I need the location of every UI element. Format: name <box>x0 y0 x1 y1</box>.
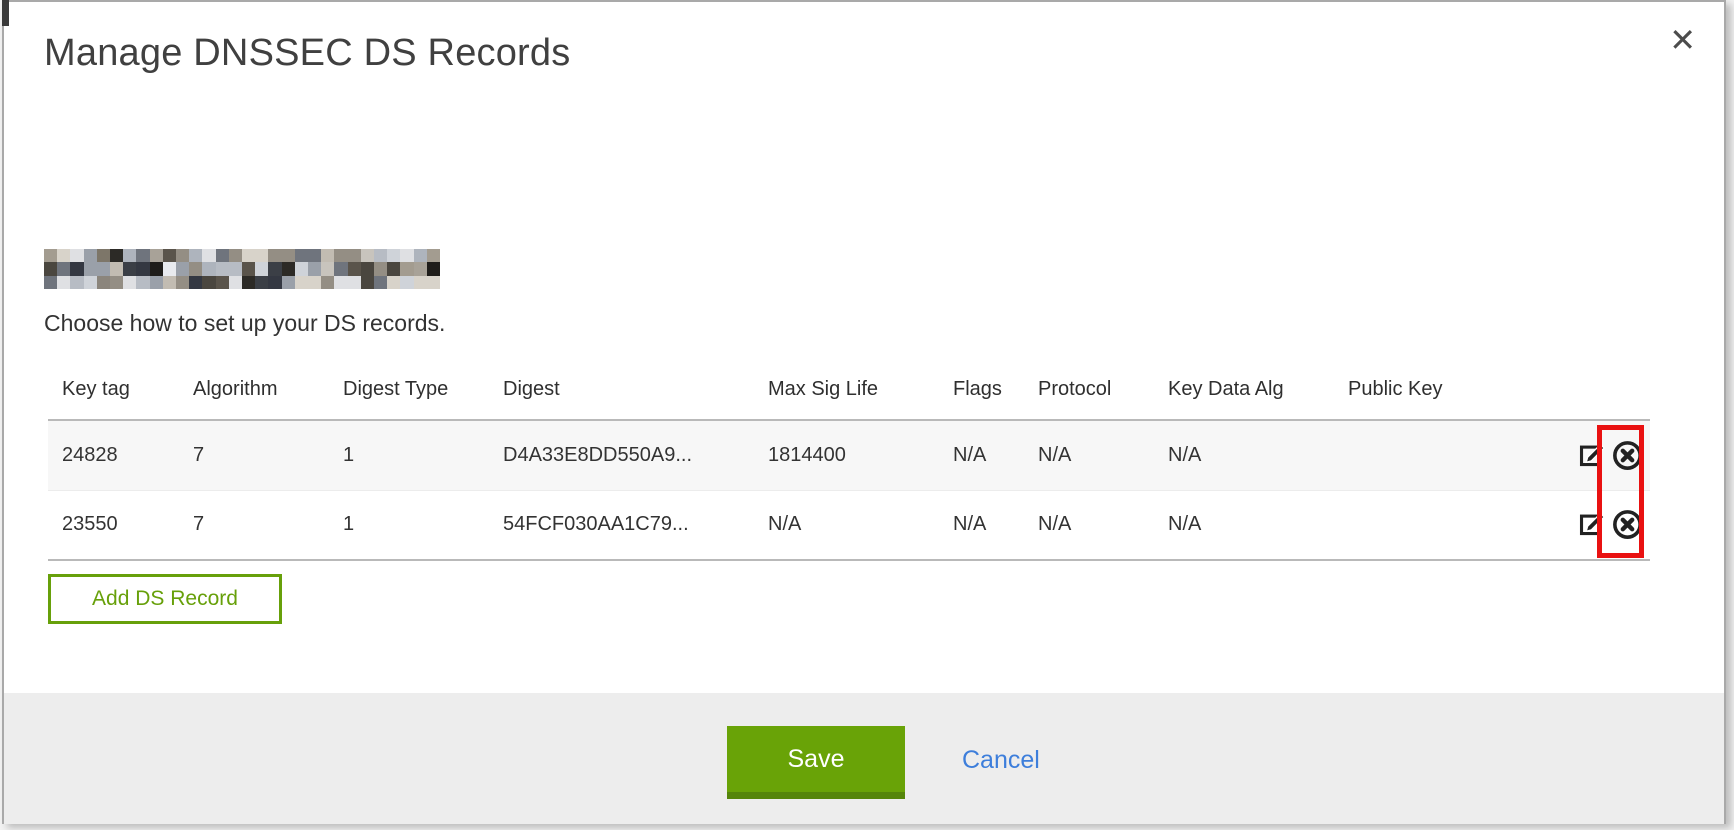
cell-max-sig-life: 1814400 <box>754 420 939 490</box>
col-header-key-tag: Key tag <box>48 360 179 420</box>
cell-digest: D4A33E8DD550A9... <box>489 420 754 490</box>
cancel-link[interactable]: Cancel <box>962 746 1040 775</box>
cell-protocol: N/A <box>1024 490 1154 560</box>
cell-actions <box>1549 490 1650 560</box>
table-row: 23550 7 1 54FCF030AA1C79... N/A N/A N/A … <box>48 490 1650 560</box>
cell-key-data-alg: N/A <box>1154 490 1334 560</box>
instruction-text: Choose how to set up your DS records. <box>44 310 445 337</box>
cell-flags: N/A <box>939 420 1024 490</box>
col-header-flags: Flags <box>939 360 1024 420</box>
cell-digest-type: 1 <box>329 490 489 560</box>
edit-icon[interactable] <box>1577 440 1608 471</box>
add-ds-record-button[interactable]: Add DS Record <box>48 574 282 624</box>
table-header-row: Key tag Algorithm Digest Type Digest Max… <box>48 360 1650 420</box>
close-icon[interactable]: ✕ <box>1669 24 1696 56</box>
col-header-algorithm: Algorithm <box>179 360 329 420</box>
table-row: 24828 7 1 D4A33E8DD550A9... 1814400 N/A … <box>48 420 1650 490</box>
page-title: Manage DNSSEC DS Records <box>44 32 570 75</box>
modal-footer: Save Cancel <box>4 693 1724 824</box>
cell-key-tag: 24828 <box>48 420 179 490</box>
cell-public-key <box>1334 420 1549 490</box>
edit-icon[interactable] <box>1577 509 1608 540</box>
redacted-domain-name <box>44 249 440 289</box>
col-header-key-data-alg: Key Data Alg <box>1154 360 1334 420</box>
col-header-protocol: Protocol <box>1024 360 1154 420</box>
cell-key-data-alg: N/A <box>1154 420 1334 490</box>
col-header-max-sig-life: Max Sig Life <box>754 360 939 420</box>
cell-public-key <box>1334 490 1549 560</box>
cell-flags: N/A <box>939 490 1024 560</box>
delete-icon[interactable] <box>1611 439 1644 472</box>
delete-icon[interactable] <box>1611 508 1644 541</box>
save-button[interactable]: Save <box>727 726 905 799</box>
col-header-actions <box>1549 360 1650 420</box>
window-corner-artifact <box>2 0 9 26</box>
col-header-public-key: Public Key <box>1334 360 1549 420</box>
manage-dnssec-modal: Manage DNSSEC DS Records ✕ Choose how to… <box>2 0 1726 824</box>
cell-actions <box>1549 420 1650 490</box>
cell-algorithm: 7 <box>179 420 329 490</box>
cell-key-tag: 23550 <box>48 490 179 560</box>
cell-algorithm: 7 <box>179 490 329 560</box>
col-header-digest-type: Digest Type <box>329 360 489 420</box>
cell-protocol: N/A <box>1024 420 1154 490</box>
ds-records-table: Key tag Algorithm Digest Type Digest Max… <box>48 360 1650 561</box>
cell-digest: 54FCF030AA1C79... <box>489 490 754 560</box>
col-header-digest: Digest <box>489 360 754 420</box>
cell-digest-type: 1 <box>329 420 489 490</box>
cell-max-sig-life: N/A <box>754 490 939 560</box>
